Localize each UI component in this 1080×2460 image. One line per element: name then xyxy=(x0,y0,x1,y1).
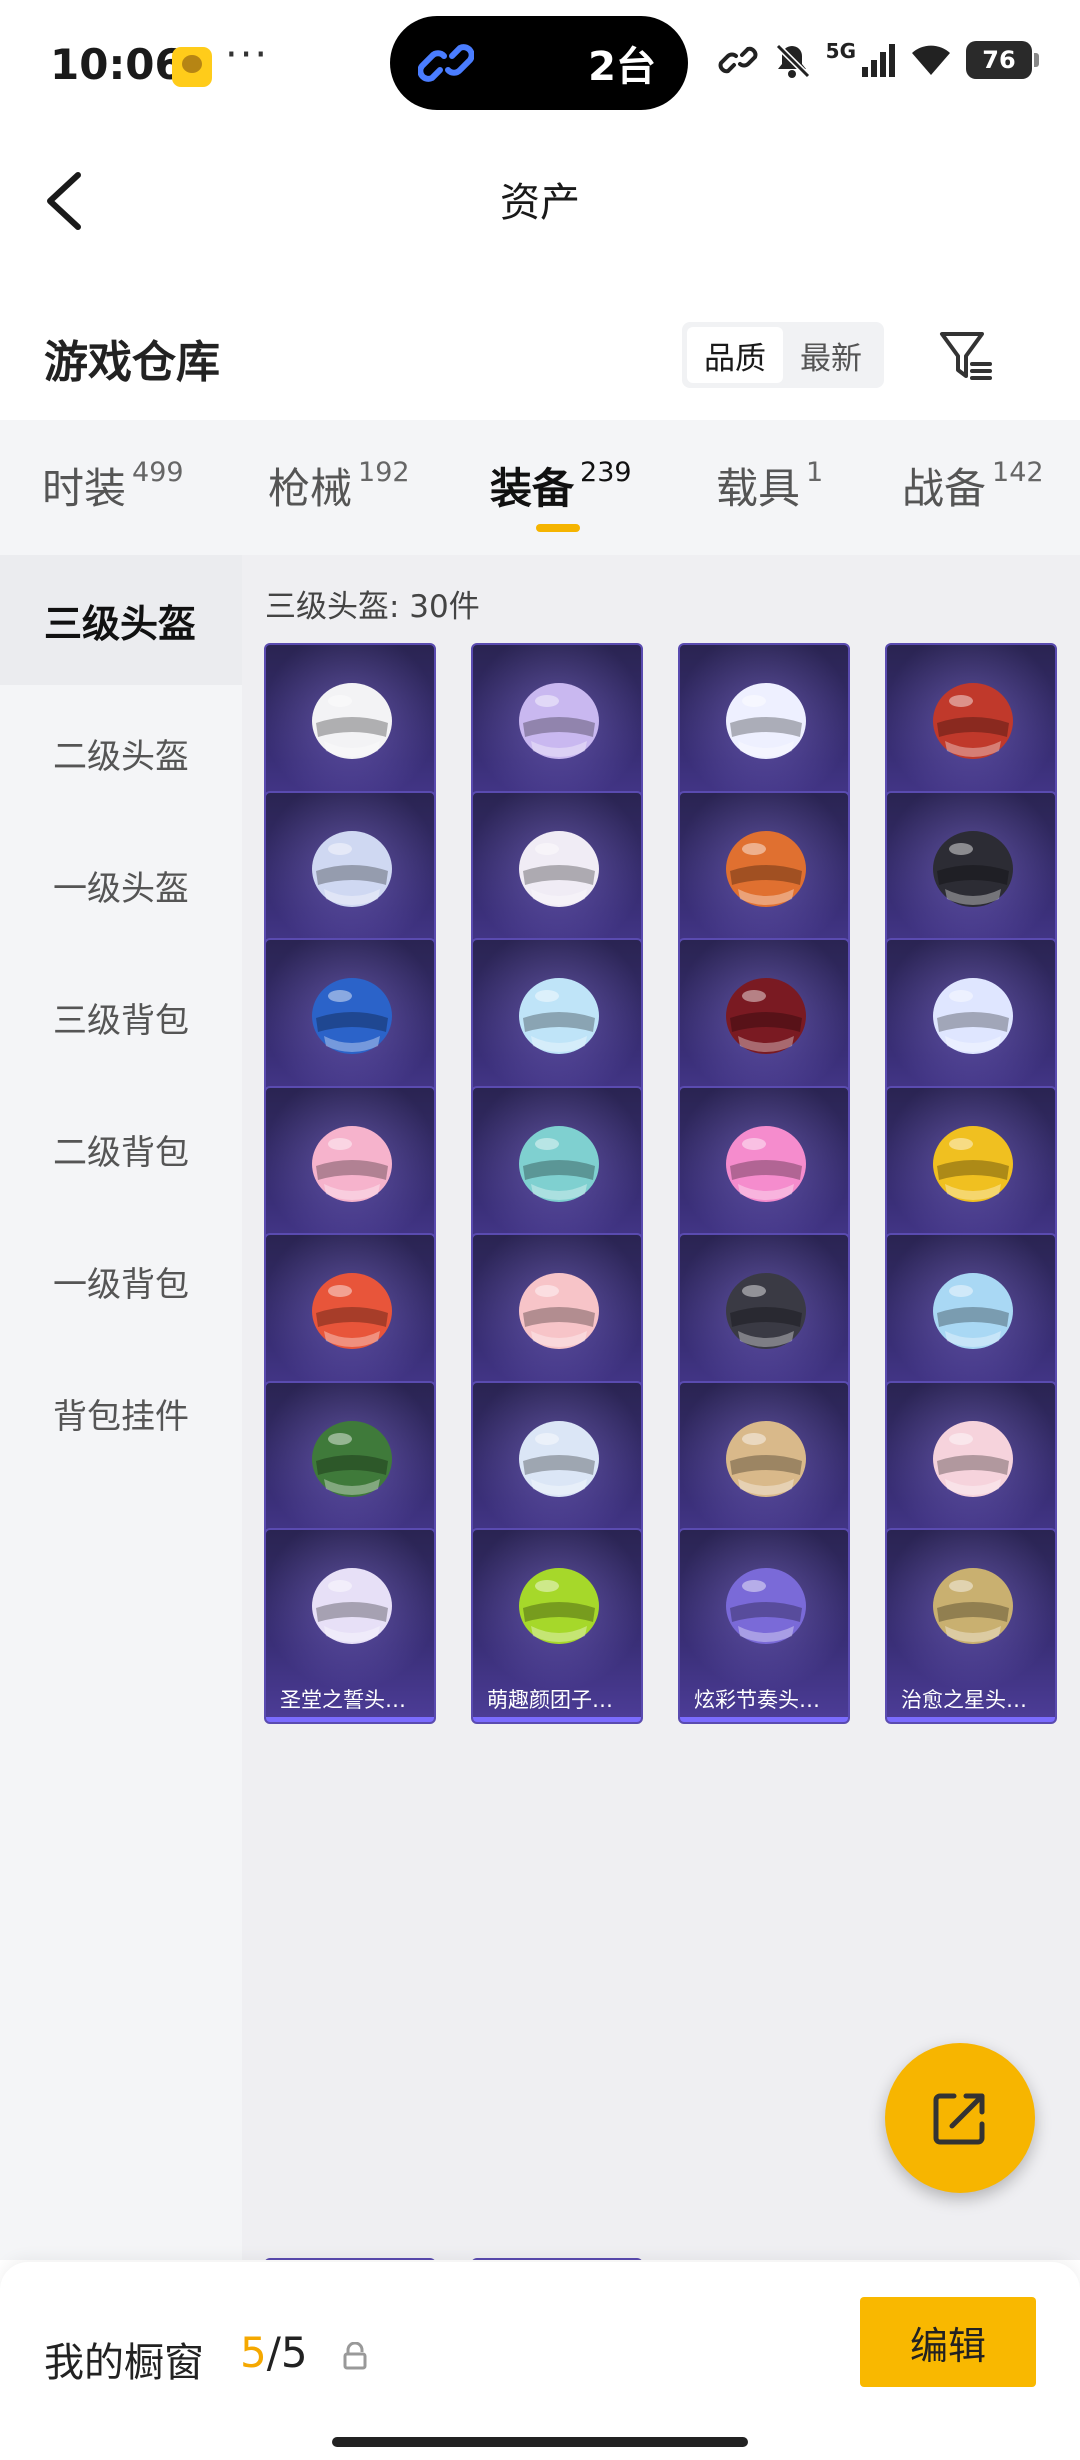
tab-count: 142 xyxy=(992,457,1044,488)
helmet-icon xyxy=(933,978,1013,1054)
bottom-bar: 我的橱窗 5/5 编辑 xyxy=(0,2262,1080,2460)
tab-count: 499 xyxy=(132,457,184,488)
helmet-icon xyxy=(933,683,1013,759)
item-card[interactable]: 萌趣颜团子… xyxy=(471,1528,643,1724)
tab-label: 载具 xyxy=(716,464,801,513)
helmet-icon xyxy=(519,683,599,759)
helmet-icon xyxy=(519,1568,599,1644)
wifi-icon xyxy=(912,45,950,75)
showcase-count: 5/5 xyxy=(240,2328,308,2377)
card-bottom-bar xyxy=(887,1717,1055,1722)
showcase-total: 5 xyxy=(280,2328,308,2377)
tab-label: 战备 xyxy=(902,464,987,513)
helmet-icon xyxy=(933,830,1013,907)
tab-count: 192 xyxy=(358,457,410,488)
lock-icon xyxy=(343,2342,367,2370)
helmet-icon xyxy=(933,1420,1013,1497)
card-bottom-bar xyxy=(266,1717,434,1722)
signal-icon xyxy=(862,44,895,77)
helmet-icon xyxy=(312,1273,392,1349)
item-name: 萌趣颜团子… xyxy=(487,1688,613,1712)
link-status-icon xyxy=(718,46,758,74)
filter-icon[interactable] xyxy=(936,326,996,386)
share-button[interactable] xyxy=(885,2043,1035,2193)
sidebar-item-backpack-charm[interactable]: 背包挂件 xyxy=(0,1348,242,1478)
helmet-icon xyxy=(933,1125,1013,1202)
helmet-icon xyxy=(519,978,599,1054)
mute-icon xyxy=(775,43,810,79)
sidebar-item-level1-backpack[interactable]: 一级背包 xyxy=(0,1216,242,1346)
helmet-icon xyxy=(726,1273,806,1349)
card-bottom-bar xyxy=(680,1717,848,1722)
item-name: 治愈之星头… xyxy=(901,1688,1027,1712)
status-time: 10:06 xyxy=(50,40,184,89)
item-card[interactable]: 圣堂之誓头… xyxy=(264,1528,436,1724)
sidebar: 三级头盔 二级头盔 一级头盔 三级背包 二级背包 一级背包 背包挂件 xyxy=(0,555,242,2260)
sidebar-item-level1-helmet[interactable]: 一级头盔 xyxy=(0,820,242,950)
helmet-icon xyxy=(726,1420,806,1497)
helmet-icon xyxy=(726,683,806,759)
showcase-label: 我的橱窗 xyxy=(44,2340,204,2386)
helmet-icon xyxy=(933,1273,1013,1349)
item-card[interactable]: 治愈之星头… xyxy=(885,1528,1057,1724)
share-icon xyxy=(933,2093,985,2145)
helmet-icon xyxy=(726,1125,806,1202)
sort-latest-button[interactable]: 最新 xyxy=(783,327,879,383)
helmet-icon xyxy=(519,1420,599,1497)
edit-button[interactable]: 编辑 xyxy=(860,2297,1036,2387)
status-icons: 5G 76 xyxy=(718,39,1039,80)
sidebar-item-level3-helmet[interactable]: 三级头盔 xyxy=(0,555,242,685)
tab-equipment[interactable]: 装备 239 xyxy=(490,455,632,516)
showcase-separator: / xyxy=(266,2328,281,2377)
tab-fashion[interactable]: 时装 499 xyxy=(42,455,184,516)
helmet-icon xyxy=(312,830,392,907)
sort-quality-button[interactable]: 品质 xyxy=(687,327,783,383)
sidebar-item-level3-backpack[interactable]: 三级背包 xyxy=(0,952,242,1082)
helmet-icon xyxy=(933,1568,1013,1644)
tab-count: 1 xyxy=(806,457,824,488)
item-name: 圣堂之誓头… xyxy=(280,1688,406,1712)
helmet-icon xyxy=(312,1420,392,1497)
island-text: 2台 xyxy=(588,44,656,90)
item-count: 三级头盔: 30件 xyxy=(265,589,480,625)
link-icon xyxy=(418,44,474,82)
helmet-icon xyxy=(726,1568,806,1644)
app-notification-icon xyxy=(172,47,212,87)
helmet-icon xyxy=(312,1568,392,1644)
dynamic-island[interactable]: 2台 xyxy=(390,16,688,110)
more-notifications-icon: ··· xyxy=(225,32,270,78)
helmet-icon xyxy=(519,830,599,907)
helmet-icon xyxy=(726,830,806,907)
item-panel: 三级头盔: 30件 其乐融融头…锦灰蝶梦头…彩旗巡礼头…荒原烈焰头…辉光之愿头…… xyxy=(242,555,1080,2260)
showcase-used: 5 xyxy=(240,2328,267,2377)
sidebar-item-level2-backpack[interactable]: 二级背包 xyxy=(0,1084,242,1214)
item-card-partial[interactable] xyxy=(471,2258,643,2260)
item-card[interactable]: 炫彩节奏头… xyxy=(678,1528,850,1724)
section-title: 游戏仓库 xyxy=(44,337,220,388)
tab-count: 239 xyxy=(580,457,632,488)
helmet-icon xyxy=(519,1125,599,1202)
item-name: 炫彩节奏头… xyxy=(694,1688,820,1712)
helmet-icon xyxy=(312,683,392,759)
status-bar: 10:06 ··· 2台 5G 76 xyxy=(0,0,1080,135)
battery-icon: 76 xyxy=(966,41,1039,79)
helmet-icon xyxy=(312,978,392,1054)
tab-firearms[interactable]: 枪械 192 xyxy=(268,455,410,516)
card-bottom-bar xyxy=(473,1717,641,1722)
helmet-icon xyxy=(312,1125,392,1202)
tab-label: 枪械 xyxy=(268,464,353,513)
home-indicator[interactable] xyxy=(332,2437,748,2447)
tab-vehicles[interactable]: 载具 1 xyxy=(716,455,823,516)
item-card-partial[interactable] xyxy=(264,2258,436,2260)
network-type: 5G xyxy=(825,39,856,63)
page-title: 资产 xyxy=(500,180,580,226)
helmet-icon xyxy=(519,1273,599,1349)
helmet-icon xyxy=(726,978,806,1054)
tab-label: 装备 xyxy=(490,464,575,513)
sort-toggle: 品质 最新 xyxy=(682,322,884,388)
active-tab-indicator xyxy=(536,524,580,532)
tab-supplies[interactable]: 战备 142 xyxy=(902,455,1044,516)
sidebar-item-level2-helmet[interactable]: 二级头盔 xyxy=(0,688,242,818)
tab-label: 时装 xyxy=(42,464,127,513)
